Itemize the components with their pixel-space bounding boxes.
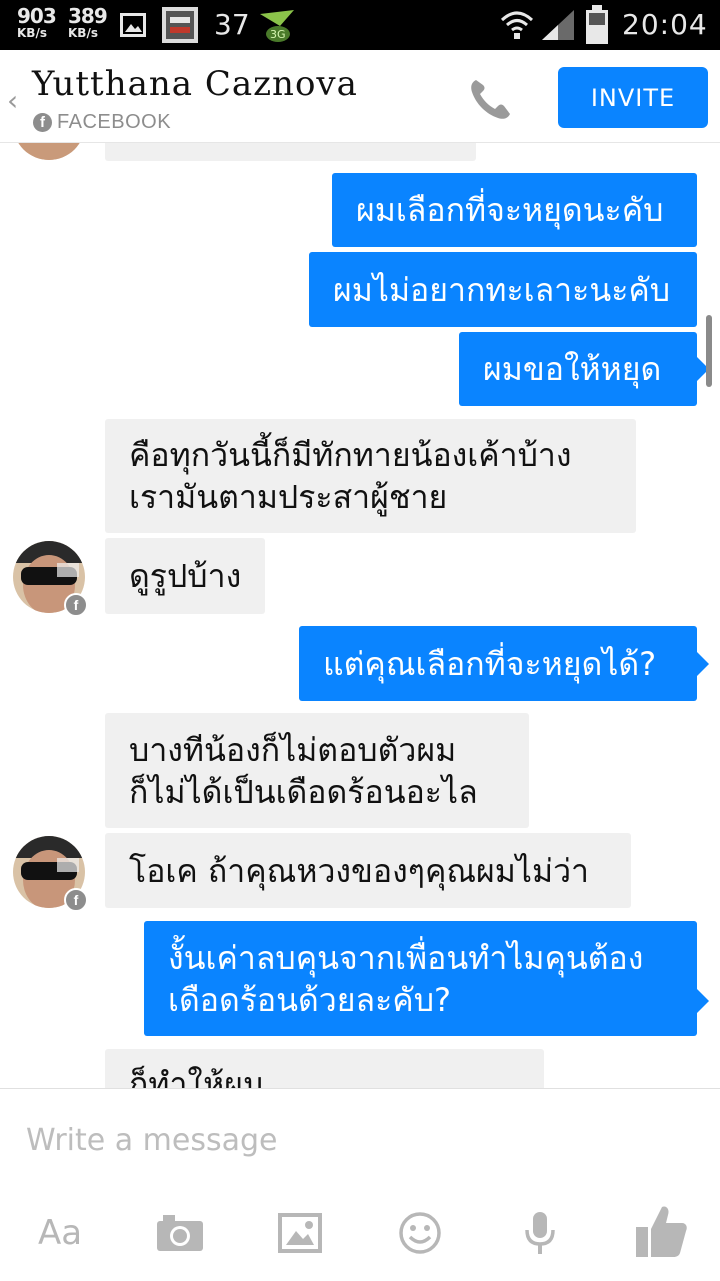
message-bubble-outgoing[interactable]: ผมขอให้หยุด: [459, 332, 697, 406]
message-text: เดือดร้อนด้วยละคับ?: [168, 980, 451, 1019]
message-bubble-incoming[interactable]: โอเค ถ้าคุณหวงของๆคุณผมไม่ว่า: [105, 833, 631, 908]
emoji-icon: [399, 1212, 441, 1254]
composer: Aa: [0, 1088, 720, 1281]
message-text: ผมขอให้หยุด: [483, 350, 662, 388]
message-text: ดูรูปบ้าง: [129, 557, 242, 595]
wifi-icon: [500, 11, 534, 39]
contact-avatar-image: [13, 143, 85, 160]
upload-speed: 389 KB/s: [68, 4, 108, 40]
app-notification-icon: [162, 7, 198, 43]
message-bubble-partial[interactable]: [105, 143, 476, 161]
bubble-tail: [697, 989, 709, 1013]
text-format-label: Aa: [37, 1213, 83, 1253]
microphone-icon: [525, 1212, 555, 1254]
thumbs-up-icon: [636, 1206, 687, 1257]
download-speed-unit: KB/s: [17, 26, 47, 40]
source-label: FACEBOOK: [57, 110, 172, 133]
notification-count: 37: [214, 8, 250, 41]
message-bubble-incoming[interactable]: ดูรูปบ้าง: [105, 538, 265, 614]
message-text: โอเค ถ้าคุณหวงของๆคุณผมไม่ว่า: [129, 851, 590, 890]
facebook-icon: f: [33, 112, 52, 132]
back-button[interactable]: ‹: [7, 84, 18, 117]
camera-button[interactable]: [154, 1207, 206, 1259]
download-speed-value: 903: [17, 4, 57, 28]
message-text: งั้นเค่าลบคุนจากเพื่อนทำไมคุนต้อง: [168, 938, 644, 977]
invite-button[interactable]: INVITE: [558, 67, 708, 128]
camera-icon: [157, 1215, 203, 1251]
upload-speed-value: 389: [68, 4, 108, 28]
source-row: f FACEBOOK: [33, 110, 171, 134]
message-bubble-incoming[interactable]: คือทุกวันนี้ก็มีทักทายน้องเค้าบ้าง เรามั…: [105, 419, 636, 533]
message-text: คือทุกวันนี้ก็มีทักทายน้องเค้าบ้าง: [129, 436, 572, 474]
svg-text:3G: 3G: [270, 28, 286, 41]
message-text: ก็ทำให้ผม: [129, 1065, 264, 1088]
message-text: เรามันตามประสาผู้ชาย: [129, 478, 448, 516]
message-bubble-outgoing[interactable]: แต่คุณเลือกที่จะหยุดได้?: [299, 626, 697, 701]
message-text: ก็ไม่ได้เป็นเดือดร้อนอะไล: [129, 772, 478, 811]
message-text: บางทีน้องก็ไม่ตอบตัวผม: [129, 730, 457, 769]
conversation-header: ‹ Yutthana Caznova f FACEBOOK INVITE: [0, 50, 720, 143]
bubble-tail: [697, 652, 709, 676]
message-text: ผมเลือกที่จะหยุดนะคับ: [356, 191, 664, 229]
message-input[interactable]: [24, 1119, 628, 1161]
photo-button[interactable]: [274, 1207, 326, 1259]
text-format-button[interactable]: Aa: [34, 1207, 86, 1259]
phone-icon[interactable]: [466, 74, 516, 124]
message-bubble-outgoing[interactable]: ผมไม่อยากทะเลาะนะคับ: [309, 252, 697, 327]
message-text: แต่คุณเลือกที่จะหยุดได้?: [323, 644, 657, 683]
battery-icon: [586, 5, 608, 44]
message-bubble-incoming[interactable]: บางทีน้องก็ไม่ตอบตัวผม ก็ไม่ได้เป็นเดือด…: [105, 713, 529, 828]
message-text: ผมไม่อยากทะเลาะนะคับ: [333, 270, 671, 309]
gallery-notification-icon: [120, 13, 146, 37]
voice-button[interactable]: [514, 1207, 566, 1259]
scrollbar[interactable]: [706, 315, 712, 387]
status-bar: 903 KB/s 389 KB/s 37 3G 20:04: [0, 0, 720, 50]
message-bubble-outgoing[interactable]: งั้นเค่าลบคุนจากเพื่อนทำไมคุนต้อง เดือดร…: [144, 921, 697, 1036]
clock: 20:04: [622, 8, 708, 41]
download-speed: 903 KB/s: [17, 4, 57, 40]
3g-icon: 3G: [260, 10, 294, 42]
facebook-badge-icon: f: [64, 888, 88, 912]
contact-avatar[interactable]: [13, 143, 85, 160]
sticker-button[interactable]: [394, 1207, 446, 1259]
message-bubble-incoming[interactable]: ก็ทำให้ผม: [105, 1049, 544, 1088]
contact-name: Yutthana Caznova: [32, 64, 358, 104]
facebook-badge-icon: f: [64, 593, 88, 617]
message-bubble-outgoing[interactable]: ผมเลือกที่จะหยุดนะคับ: [332, 173, 697, 247]
like-button[interactable]: [632, 1201, 690, 1261]
message-list[interactable]: ผมเลือกที่จะหยุดนะคับ ผมไม่อยากทะเลาะนะค…: [0, 143, 720, 1088]
signal-icon: [542, 10, 574, 40]
upload-speed-unit: KB/s: [68, 26, 98, 40]
image-icon: [278, 1213, 322, 1253]
